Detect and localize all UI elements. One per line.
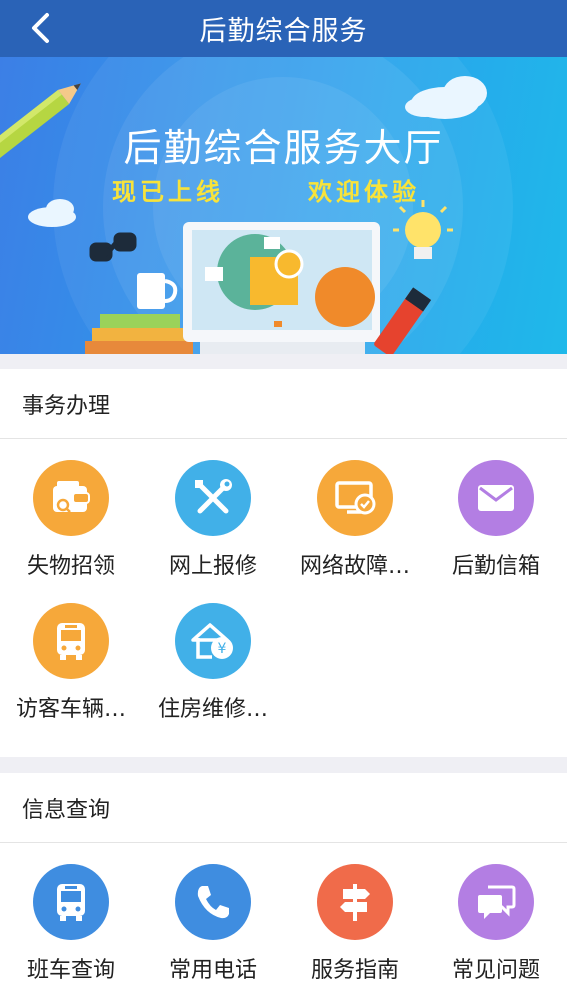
item-housing-repair[interactable]: ¥ 住房维修… [142,582,284,722]
item-label: 失物招领 [26,554,115,579]
nav-bar: 后勤综合服务 [0,0,567,57]
svg-text:¥: ¥ [218,641,227,657]
bus-icon [33,603,109,679]
item-label: 网上报修 [168,554,257,579]
info-section: 信息查询 班车查询 常用电话 服务指南 常见问题 [0,773,567,1008]
banner-title: 后勤综合服务大厅 [123,126,444,170]
banner-subtitle-right: 欢迎体验 [308,178,420,206]
item-label: 常见问题 [451,958,540,983]
affairs-section: 事务办理 失物招领 网上报修 网络故障… 后勤信箱 访客车辆… ¥ 住房维修… [0,369,567,757]
back-button[interactable] [24,10,56,46]
wallet-search-icon [33,460,109,536]
item-faq[interactable]: 常见问题 [425,843,567,983]
item-label: 后勤信箱 [451,554,540,579]
item-label: 常用电话 [168,958,257,983]
banner-illustration [0,57,513,354]
phone-icon [175,864,251,940]
house-yen-icon: ¥ [175,603,251,679]
item-label: 访客车辆… [15,697,126,722]
item-service-guide[interactable]: 服务指南 [284,843,426,983]
item-shuttle-query[interactable]: 班车查询 [0,843,142,983]
affairs-heading: 事务办理 [0,369,567,439]
bus-icon [33,864,109,940]
envelope-icon [458,460,534,536]
item-logistics-mailbox[interactable]: 后勤信箱 [425,439,567,579]
item-network-fault[interactable]: 网络故障… [284,439,426,579]
item-common-phones[interactable]: 常用电话 [142,843,284,983]
item-label: 服务指南 [310,958,399,983]
signpost-icon [317,864,393,940]
item-label: 住房维修… [157,697,268,722]
chat-bubbles-icon [458,864,534,940]
chevron-left-icon [32,13,49,43]
banner-subtitle-left: 现已上线 [112,178,224,206]
monitor-check-icon [317,460,393,536]
item-visitor-vehicle[interactable]: 访客车辆… [0,582,142,722]
promo-banner[interactable]: 后勤综合服务大厅 现已上线 欢迎体验 [0,57,567,354]
item-online-repair[interactable]: 网上报修 [142,439,284,579]
page-title: 后勤综合服务 [199,16,368,47]
item-lost-and-found[interactable]: 失物招领 [0,439,142,579]
item-label: 班车查询 [26,958,115,983]
info-heading: 信息查询 [0,773,567,843]
tools-icon [175,460,251,536]
item-label: 网络故障… [299,554,410,579]
